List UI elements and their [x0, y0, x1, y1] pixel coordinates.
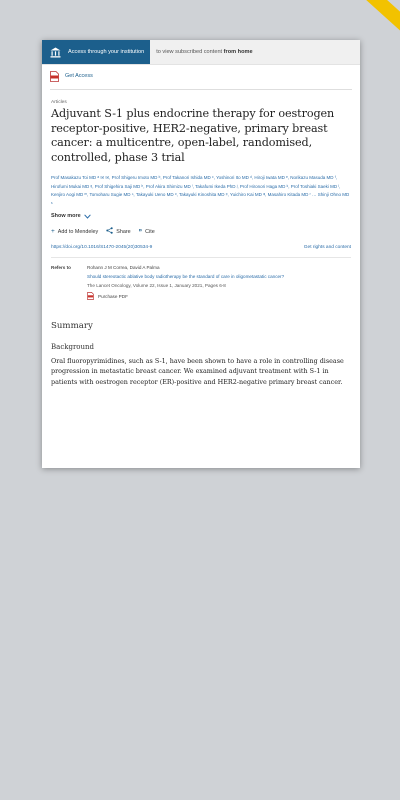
share-icon: [106, 227, 113, 236]
show-more-button[interactable]: Show more: [51, 213, 351, 219]
institution-icon: [48, 45, 62, 59]
refers-to-section: Refers to Rohann J M Correa, David A Pal…: [51, 265, 351, 300]
access-bar: Access through your institution to view …: [42, 40, 360, 65]
access-note: to view subscribed content from home: [156, 49, 252, 55]
background-heading: Background: [51, 343, 95, 351]
access-note-emphasis: from home: [223, 49, 253, 55]
rights-link[interactable]: Get rights and content: [304, 245, 351, 250]
article-title: Adjuvant S-1 plus endocrine therapy for …: [51, 107, 335, 164]
purchase-pdf-link[interactable]: Purchase PDF: [87, 292, 351, 300]
institution-button-label: Access through your institution: [68, 49, 145, 55]
show-more-label: Show more: [51, 213, 81, 219]
refers-to-title-link[interactable]: Should stereotactic ablative body radiot…: [87, 274, 351, 279]
article-type: Articles: [51, 100, 67, 105]
refers-to-journal: The Lancet Oncology, Volume 22, Issue 1,…: [87, 283, 226, 288]
plus-icon: +: [51, 228, 55, 235]
article-actions: + Add to Mendeley Share ❞ Cite: [51, 227, 351, 236]
doi-link[interactable]: https://doi.org/10.1016/S1470-2045(20)30…: [51, 245, 152, 250]
refers-to-label: Refers to: [51, 265, 71, 270]
access-note-prefix: to view subscribed content: [156, 49, 224, 55]
pdf-icon: [87, 292, 94, 300]
refers-to-authors: Rohann J M Correa, David A Palma: [87, 265, 160, 270]
purchase-pdf-label: Purchase PDF: [98, 293, 128, 299]
doi-row: https://doi.org/10.1016/S1470-2045(20)30…: [51, 245, 351, 258]
article-card: Access through your institution to view …: [42, 40, 360, 468]
share-button[interactable]: Share: [106, 227, 131, 236]
article-content: Articles Adjuvant S-1 plus endocrine the…: [42, 100, 360, 387]
cite-button[interactable]: ❞ Cite: [139, 228, 155, 236]
background-text: Oral fluoropyrimidines, such as S-1, hav…: [51, 357, 344, 386]
share-label: Share: [116, 228, 131, 235]
add-to-mendeley-button[interactable]: + Add to Mendeley: [51, 228, 98, 235]
pdf-icon: [50, 70, 59, 82]
refers-to-body: Rohann J M Correa, David A Palma Should …: [87, 265, 351, 300]
get-access-label: Get Access: [65, 73, 93, 79]
cite-label: Cite: [145, 228, 155, 235]
author-list[interactable]: Prof Masakazu Toi MD ᵃ ✉ ✉, Prof Shigeru…: [51, 174, 351, 208]
institution-access-button[interactable]: Access through your institution: [42, 40, 151, 64]
mendeley-label: Add to Mendeley: [57, 228, 99, 235]
divider: [50, 89, 352, 90]
corner-ribbon: [345, 0, 400, 35]
quote-icon: ❞: [138, 228, 143, 236]
get-access-link[interactable]: Get Access: [42, 65, 360, 87]
summary-heading: Summary: [51, 321, 93, 331]
chevron-down-icon: [83, 213, 91, 219]
